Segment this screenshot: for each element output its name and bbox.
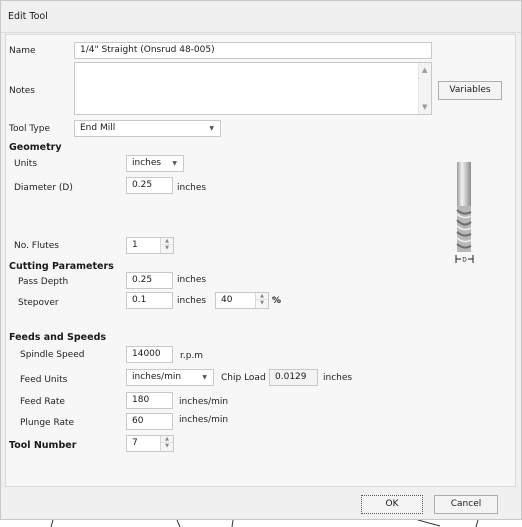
stepover-unit: inches [177,296,207,306]
scroll-up-icon[interactable]: ▲ [422,66,427,74]
flutes-spinbox[interactable]: 1 ▲ ▼ [126,237,174,254]
ok-button[interactable]: OK [361,495,423,514]
units-select[interactable]: inches ▼ [126,155,184,172]
feed-units-label: Feed Units [20,375,68,385]
units-label: Units [14,159,38,169]
tool-number-spinbox[interactable]: 7 ▲ ▼ [126,435,174,452]
flutes-spin-buttons[interactable]: ▲ ▼ [160,238,173,253]
stepover-input[interactable]: 0.1 [126,292,173,309]
tool-type-select[interactable]: End Mill ▼ [74,120,221,137]
diameter-input[interactable]: 0.25 [126,177,173,194]
name-label: Name [9,46,36,56]
feed-rate-input[interactable]: 180 [126,392,173,409]
tool-type-value: End Mill [80,123,116,133]
notes-scrollbar[interactable]: ▲ ▼ [418,63,431,114]
chip-load-value: 0.0129 [269,369,318,386]
feed-rate-label: Feed Rate [20,397,65,407]
chip-load-unit: inches [323,373,353,383]
diameter-unit: inches [177,183,207,193]
spin-up-icon[interactable]: ▲ [161,436,173,443]
chevron-down-icon: ▼ [209,125,214,132]
end-mill-illustration: D [455,162,474,264]
cancel-button[interactable]: Cancel [434,495,498,514]
tool-type-label: Tool Type [9,124,51,134]
background-connector-lines [50,520,479,527]
notes-textarea[interactable]: ▲ ▼ [74,62,432,115]
spindle-speed-label: Spindle Speed [20,350,85,360]
spin-down-icon[interactable]: ▼ [161,443,173,450]
variables-button[interactable]: Variables [438,81,502,100]
tool-number-value: 7 [132,438,138,448]
pass-depth-input[interactable]: 0.25 [126,272,173,289]
plunge-rate-input[interactable]: 60 [126,413,173,430]
stepover-spin-buttons[interactable]: ▲ ▼ [255,293,268,308]
feeds-speeds-heading: Feeds and Speeds [9,332,107,343]
pass-depth-label: Pass Depth [18,277,69,287]
chevron-down-icon: ▼ [202,374,207,381]
stepover-percent-spinbox[interactable]: 40 ▲ ▼ [215,292,269,309]
cutting-parameters-heading: Cutting Parameters [9,261,114,272]
spin-down-icon[interactable]: ▼ [161,245,173,252]
pass-depth-unit: inches [177,275,207,285]
units-value: inches [132,158,162,168]
feed-units-select[interactable]: inches/min ▼ [126,369,214,386]
diameter-label: Diameter (D) [14,183,73,193]
chip-load-label: Chip Load [221,373,266,383]
flutes-label: No. Flutes [14,241,59,251]
spin-up-icon[interactable]: ▲ [256,293,268,300]
name-input[interactable]: 1/4" Straight (Onsrud 48-005) [74,42,432,59]
spindle-speed-input[interactable]: 14000 [126,346,173,363]
plunge-rate-label: Plunge Rate [20,418,75,428]
stepover-percent-value: 40 [221,295,233,305]
spindle-speed-unit: r.p.m [180,351,204,361]
spin-down-icon[interactable]: ▼ [256,300,268,307]
flutes-value: 1 [132,240,138,250]
dialog-title: Edit Tool [8,11,48,22]
stepover-label: Stepover [18,298,59,308]
percent-symbol: % [272,296,282,306]
plunge-rate-unit: inches/min [179,415,229,425]
edit-tool-dialog: Edit Tool Name 1/4" Straight (Onsrud 48-… [0,0,522,520]
notes-label: Notes [9,86,35,96]
feed-units-value: inches/min [132,372,182,382]
chevron-down-icon: ▼ [172,160,177,167]
spin-up-icon[interactable]: ▲ [161,238,173,245]
tool-number-spin-buttons[interactable]: ▲ ▼ [160,436,173,451]
dialog-title-bar: Edit Tool [1,1,521,33]
feed-rate-unit: inches/min [179,397,229,407]
scroll-down-icon[interactable]: ▼ [422,103,427,111]
tool-number-label: Tool Number [9,440,77,451]
dialog-content: Name 1/4" Straight (Onsrud 48-005) Notes… [5,34,516,487]
geometry-heading: Geometry [9,142,62,153]
diameter-dimension-label: D [462,258,467,264]
